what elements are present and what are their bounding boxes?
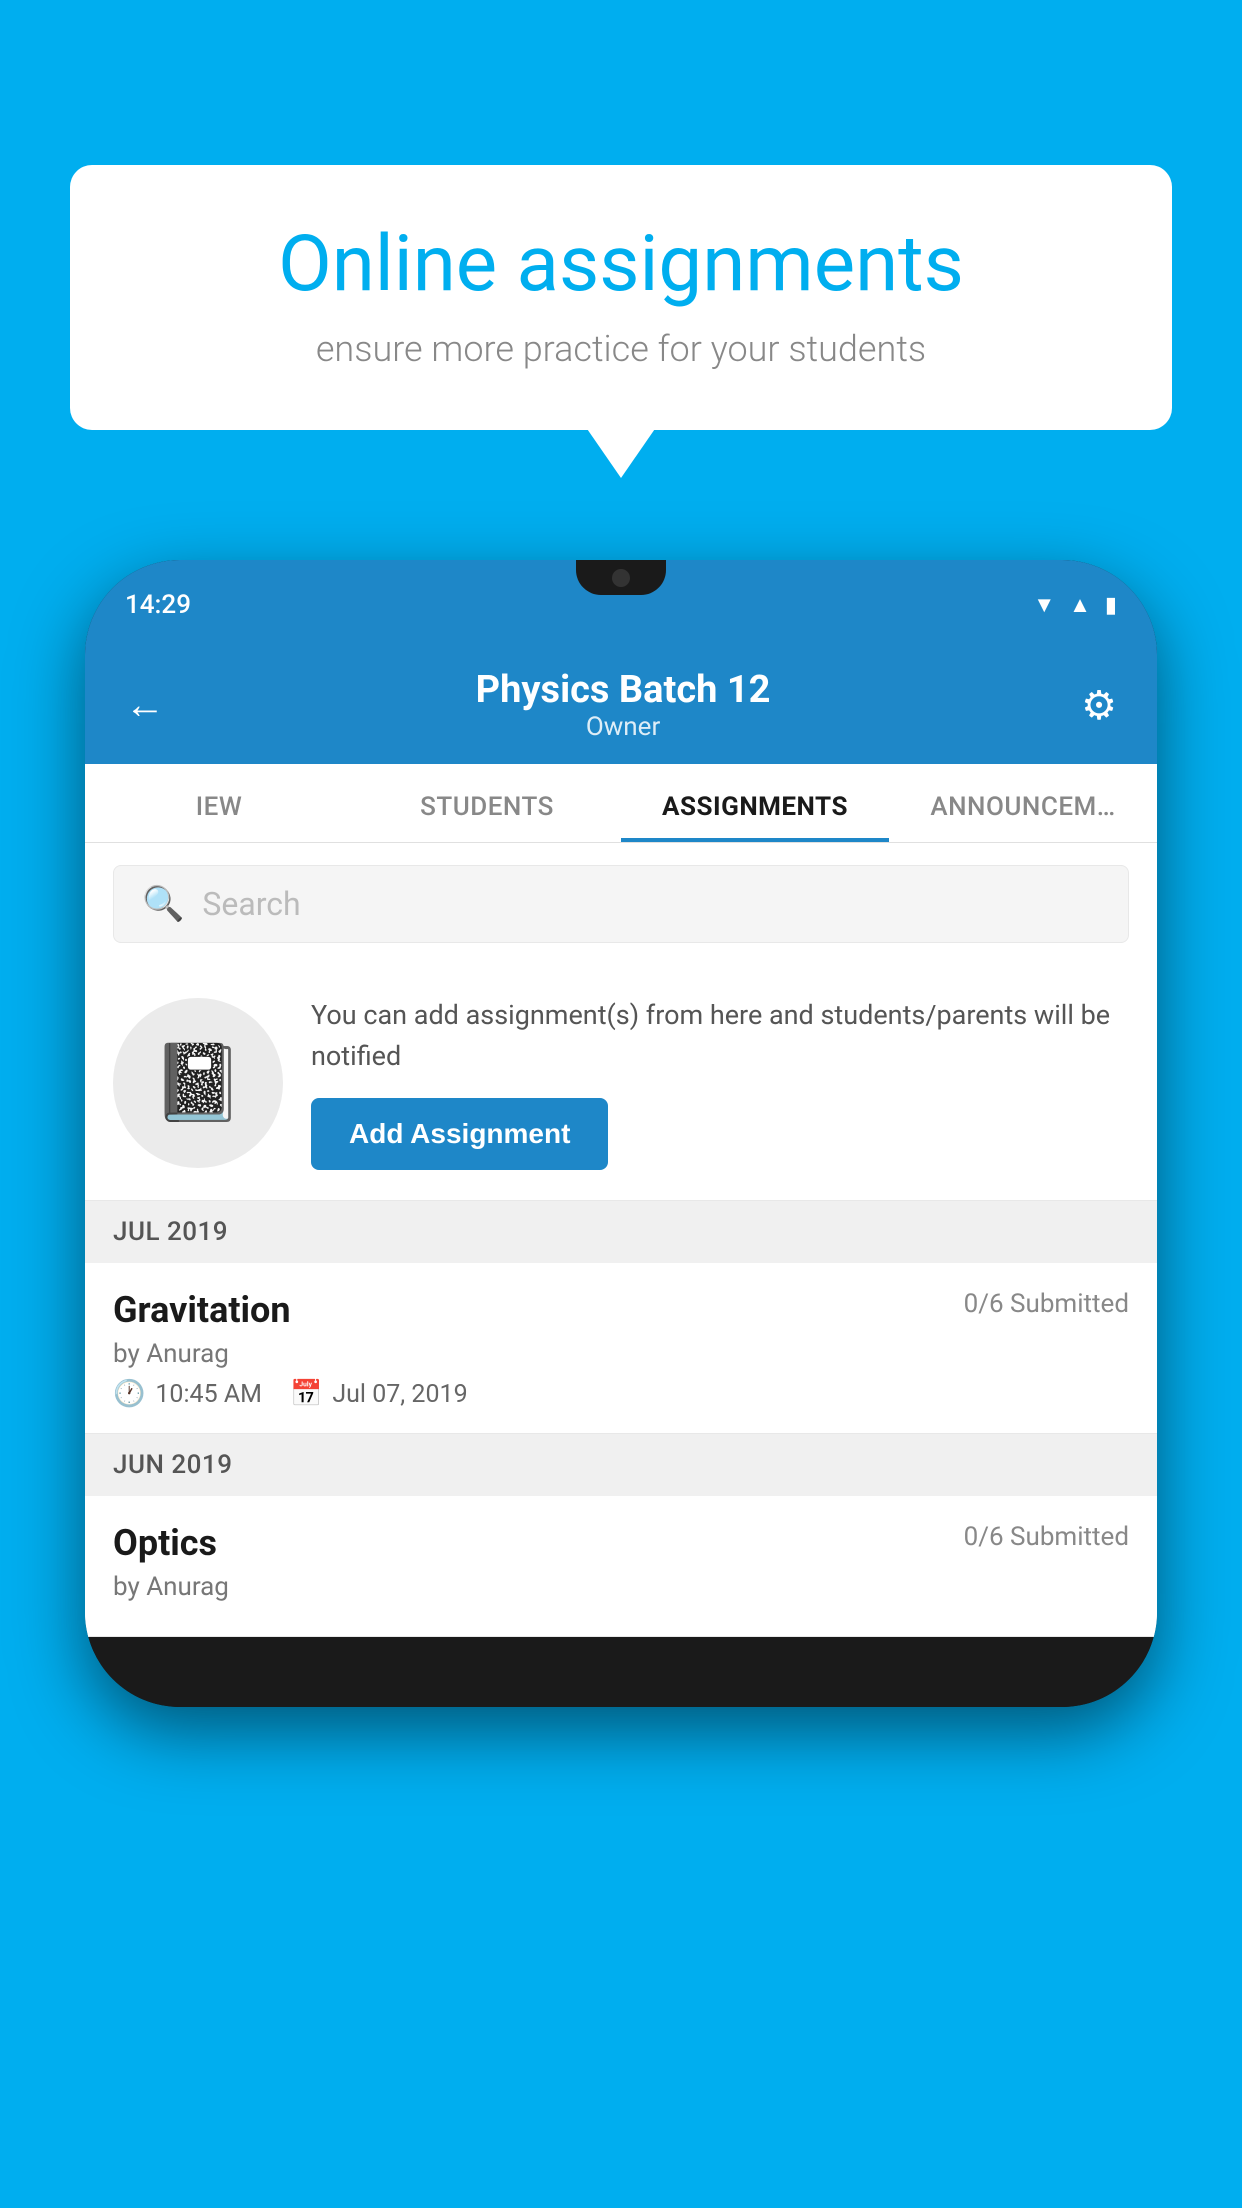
search-container: 🔍 Search <box>85 843 1157 965</box>
camera-dot <box>612 569 630 587</box>
phone-frame: 14:29 ▼ ▲ ▮ ← Physics Batch 12 Owner ⚙ I… <box>85 560 1157 1707</box>
status-time: 14:29 <box>125 590 621 620</box>
tab-announcements[interactable]: ANNOUNCEM… <box>889 764 1157 842</box>
header-title-area: Physics Batch 12 Owner <box>476 668 771 742</box>
back-button[interactable]: ← <box>125 685 165 725</box>
assignment-item-gravitation[interactable]: Gravitation 0/6 Submitted by Anurag 🕐 10… <box>85 1263 1157 1434</box>
status-icons: ▼ ▲ ▮ <box>621 592 1117 618</box>
clock-icon: 🕐 <box>113 1379 145 1409</box>
batch-title: Physics Batch 12 <box>476 668 771 712</box>
speech-bubble-container: Online assignments ensure more practice … <box>70 165 1172 430</box>
notebook-icon: 📓 <box>151 1039 244 1127</box>
assignment-submitted-optics: 0/6 Submitted <box>964 1522 1129 1552</box>
speech-bubble: Online assignments ensure more practice … <box>70 165 1172 430</box>
phone-wrapper: 14:29 ▼ ▲ ▮ ← Physics Batch 12 Owner ⚙ I… <box>85 560 1157 1707</box>
section-header-jun: JUN 2019 <box>85 1434 1157 1496</box>
wifi-icon: ▼ <box>1033 592 1055 618</box>
section-header-jul: JUL 2019 <box>85 1201 1157 1263</box>
assignment-time-gravitation: 10:45 AM <box>155 1380 262 1409</box>
promo-description: You can add assignment(s) from here and … <box>311 995 1129 1076</box>
assignment-top-row: Gravitation 0/6 Submitted <box>113 1289 1129 1331</box>
bubble-title: Online assignments <box>140 220 1102 310</box>
search-placeholder: Search <box>202 885 300 923</box>
assignment-date-gravitation: Jul 07, 2019 <box>332 1380 467 1409</box>
calendar-icon: 📅 <box>290 1379 322 1409</box>
tab-assignments[interactable]: ASSIGNMENTS <box>621 764 889 842</box>
battery-icon: ▮ <box>1105 593 1117 618</box>
promo-block: 📓 You can add assignment(s) from here an… <box>85 965 1157 1201</box>
app-header: ← Physics Batch 12 Owner ⚙ <box>85 650 1157 764</box>
batch-subtitle: Owner <box>476 712 771 742</box>
tab-students[interactable]: STUDENTS <box>353 764 621 842</box>
phone-screen: 🔍 Search 📓 You can add assignment(s) fro… <box>85 843 1157 1637</box>
add-assignment-button[interactable]: Add Assignment <box>311 1098 608 1170</box>
promo-text-area: You can add assignment(s) from here and … <box>311 995 1129 1170</box>
phone-notch <box>576 560 666 595</box>
status-bar: 14:29 ▼ ▲ ▮ <box>85 560 1157 650</box>
assignment-item-optics[interactable]: Optics 0/6 Submitted by Anurag <box>85 1496 1157 1637</box>
search-bar[interactable]: 🔍 Search <box>113 865 1129 943</box>
assignment-meta-gravitation: 🕐 10:45 AM 📅 Jul 07, 2019 <box>113 1379 1129 1409</box>
assignment-title-optics: Optics <box>113 1522 217 1564</box>
bubble-subtitle: ensure more practice for your students <box>140 328 1102 370</box>
assignment-author-optics: by Anurag <box>113 1572 1129 1602</box>
settings-icon[interactable]: ⚙ <box>1081 682 1117 729</box>
assignment-top-row-optics: Optics 0/6 Submitted <box>113 1522 1129 1564</box>
signal-icon: ▲ <box>1069 592 1091 618</box>
tabs-bar: IEW STUDENTS ASSIGNMENTS ANNOUNCEM… <box>85 764 1157 843</box>
assignment-title-gravitation: Gravitation <box>113 1289 291 1331</box>
assignment-submitted-gravitation: 0/6 Submitted <box>964 1289 1129 1319</box>
search-icon: 🔍 <box>142 884 184 924</box>
meta-time-gravitation: 🕐 10:45 AM <box>113 1379 262 1409</box>
promo-icon-circle: 📓 <box>113 998 283 1168</box>
meta-date-gravitation: 📅 Jul 07, 2019 <box>290 1379 468 1409</box>
assignment-author-gravitation: by Anurag <box>113 1339 1129 1369</box>
phone-bottom <box>85 1637 1157 1707</box>
tab-iew[interactable]: IEW <box>85 764 353 842</box>
